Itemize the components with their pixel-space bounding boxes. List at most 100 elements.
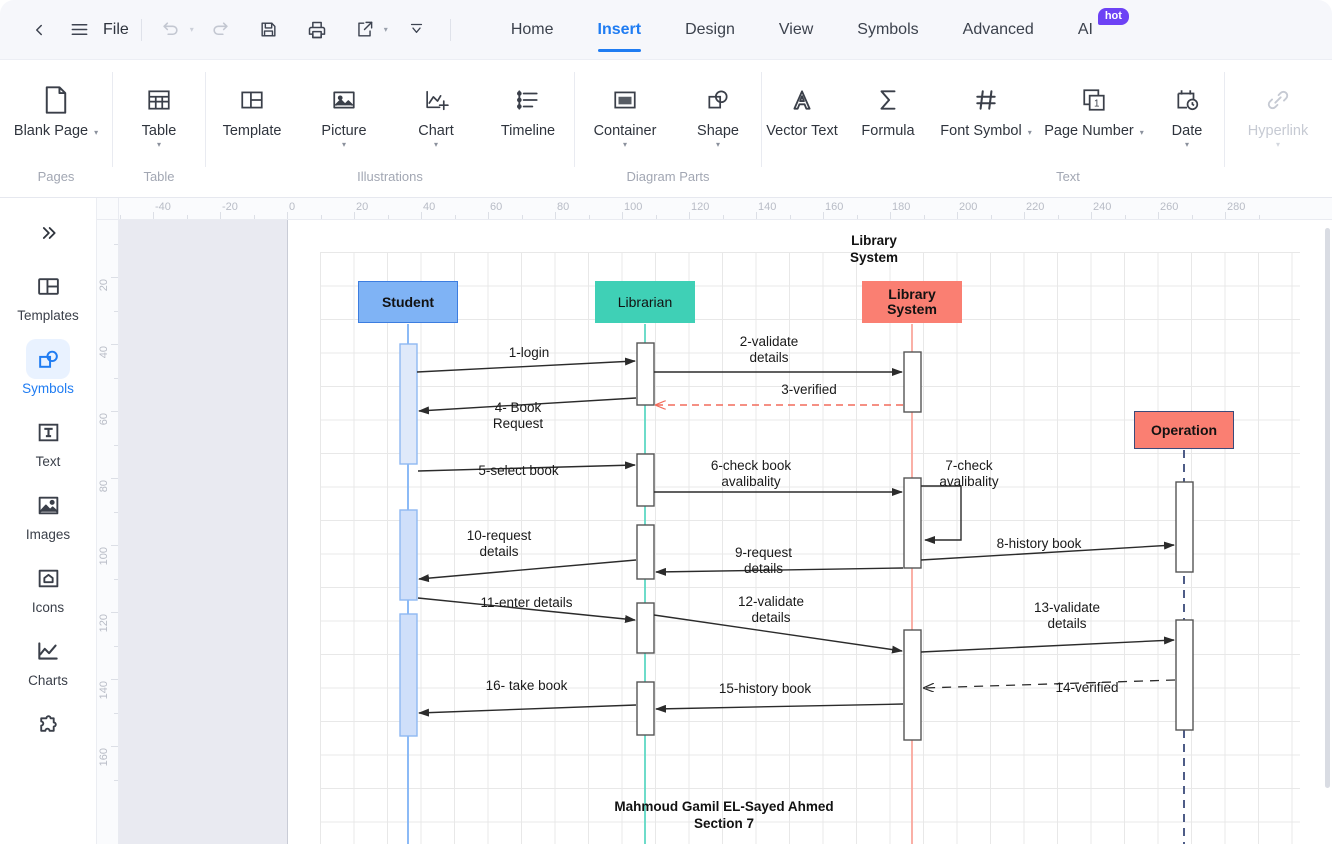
chart-dropdown-icon[interactable]: ▾	[434, 141, 438, 149]
ruler-label: 20	[98, 279, 110, 292]
save-icon[interactable]	[252, 13, 286, 47]
ruler-tick	[354, 212, 355, 219]
tab-home[interactable]: Home	[489, 0, 576, 60]
page-number-dropdown-icon[interactable]: ▾	[1140, 129, 1144, 137]
date-label: Date	[1171, 123, 1203, 139]
tab-ai[interactable]: AI hot	[1056, 0, 1129, 60]
container-button[interactable]: Container ▾	[575, 68, 675, 149]
activation-librarian-2[interactable]	[636, 453, 655, 507]
shape-dropdown-icon[interactable]: ▾	[716, 141, 720, 149]
date-button[interactable]: Date ▾	[1150, 68, 1224, 149]
container-dropdown-icon[interactable]: ▾	[623, 141, 627, 149]
activation-librarian-3[interactable]	[636, 524, 655, 580]
sidebar-item-symbols[interactable]: Symbols	[11, 339, 85, 396]
ribbon-group-pages: Blank Page ▾ Pages	[0, 60, 112, 197]
undo-icon[interactable]	[154, 13, 188, 47]
chart-button[interactable]: Chart ▾	[390, 68, 482, 149]
tab-view[interactable]: View	[757, 0, 835, 60]
activation-student-3[interactable]	[399, 613, 418, 737]
activation-librarian-5[interactable]	[636, 681, 655, 736]
picture-dropdown-icon[interactable]: ▾	[342, 141, 346, 149]
vector-text-button[interactable]: Vector Text	[762, 68, 842, 140]
ruler-label: 180	[892, 201, 911, 213]
more-options-icon[interactable]	[400, 13, 434, 47]
activation-librarian-4[interactable]	[636, 602, 655, 654]
message-13-arrow[interactable]	[920, 636, 1175, 653]
sidebar-item-text[interactable]: Text	[11, 412, 85, 469]
table-button[interactable]: Table ▾	[113, 68, 205, 149]
export-icon[interactable]	[348, 13, 382, 47]
message-label-11: 11-enter details	[480, 595, 573, 610]
actor-box-student[interactable]: Student	[358, 281, 458, 323]
scrollbar-thumb[interactable]	[1325, 228, 1330, 788]
actor-box-library-system[interactable]: Library System	[862, 281, 962, 323]
activation-ls-3[interactable]	[903, 629, 922, 741]
activation-ls-1[interactable]	[903, 351, 922, 413]
tab-advanced[interactable]: Advanced	[941, 0, 1056, 60]
activation-ls-2[interactable]	[903, 477, 922, 569]
actor-box-operation[interactable]: Operation	[1134, 411, 1234, 449]
sidebar-item-icons[interactable]: Icons	[11, 558, 85, 615]
ruler-tick-minor	[923, 215, 925, 219]
ribbon-toolbar: Blank Page ▾ Pages Table ▾ Table Templat…	[0, 60, 1332, 198]
table-label: Table	[141, 123, 177, 139]
file-menu-button[interactable]: File	[62, 13, 129, 47]
page-number-button[interactable]: 1 Page Number ▾	[1038, 68, 1150, 140]
font-symbol-button[interactable]: Font Symbol ▾	[934, 68, 1038, 140]
blank-page-dropdown-icon[interactable]: ▾	[94, 129, 98, 137]
message-16-arrow[interactable]	[418, 704, 637, 717]
message-label-1: 1-login	[508, 345, 550, 360]
chart-icon	[423, 80, 450, 120]
export-dropdown-icon[interactable]: ▾	[384, 25, 388, 34]
activation-student-1[interactable]	[399, 343, 418, 465]
sidebar-item-images[interactable]: Images	[11, 485, 85, 542]
sequence-diagram[interactable]	[119, 220, 1332, 844]
back-icon[interactable]	[22, 13, 56, 47]
horizontal-ruler[interactable]: -40 -20 0 20 40 60 80 100 120 140 160 180 200 220 240 2…	[119, 198, 1332, 220]
sidebar-item-charts[interactable]: Charts	[11, 631, 85, 688]
message-15-arrow[interactable]	[655, 703, 904, 713]
ruler-tick	[111, 746, 118, 747]
hyperlink-button[interactable]: Hyperlink ▾	[1225, 68, 1331, 149]
actor-box-librarian[interactable]: Librarian	[595, 281, 695, 323]
sidebar-item-extras[interactable]	[11, 704, 85, 744]
tab-design[interactable]: Design	[663, 0, 757, 60]
blank-page-button[interactable]: Blank Page ▾	[0, 68, 112, 140]
ruler-tick-minor	[1258, 215, 1260, 219]
message-10-arrow[interactable]	[418, 559, 637, 583]
ruler-tick-minor	[114, 578, 118, 580]
ruler-label: 20	[356, 201, 369, 213]
template-button[interactable]: Template	[206, 68, 298, 140]
canvas-vertical-scrollbar[interactable]	[1323, 220, 1332, 844]
sidebar-expand-button[interactable]	[24, 216, 72, 250]
message-1-arrow[interactable]	[416, 357, 636, 373]
print-icon[interactable]	[300, 13, 334, 47]
message-7-arrow[interactable]	[921, 485, 962, 544]
redo-icon[interactable]	[204, 13, 238, 47]
table-dropdown-icon[interactable]: ▾	[157, 141, 161, 149]
ruler-tick	[622, 212, 623, 219]
tab-insert[interactable]: Insert	[576, 0, 664, 60]
ruler-tick-minor	[521, 215, 523, 219]
font-symbol-icon	[973, 80, 999, 120]
shape-button[interactable]: Shape ▾	[675, 68, 761, 149]
activation-op-1[interactable]	[1175, 481, 1194, 573]
undo-dropdown-icon[interactable]: ▾	[190, 25, 194, 34]
activation-op-2[interactable]	[1175, 619, 1194, 731]
symbols-icon	[26, 339, 70, 379]
formula-button[interactable]: Formula	[842, 68, 934, 140]
tab-symbols[interactable]: Symbols	[835, 0, 940, 60]
activation-librarian-1[interactable]	[636, 342, 655, 406]
picture-button[interactable]: Picture ▾	[298, 68, 390, 149]
date-dropdown-icon[interactable]: ▾	[1185, 141, 1189, 149]
sidebar-item-templates[interactable]: Templates	[11, 266, 85, 323]
font-symbol-dropdown-icon[interactable]: ▾	[1028, 129, 1032, 137]
timeline-icon	[515, 80, 541, 120]
activation-student-2[interactable]	[399, 509, 418, 601]
message-label-6: 6-check book avalibality	[710, 458, 792, 489]
vertical-ruler[interactable]: 20 40 60 80 100 120 140 160	[97, 220, 119, 844]
ribbon-group-illustrations: Template Picture ▾ Chart ▾ Timeline Illu…	[206, 60, 574, 197]
canvas-area[interactable]: Student Librarian Library System Operati…	[119, 220, 1332, 844]
timeline-button[interactable]: Timeline	[482, 68, 574, 140]
hyperlink-dropdown-icon[interactable]: ▾	[1276, 141, 1280, 149]
